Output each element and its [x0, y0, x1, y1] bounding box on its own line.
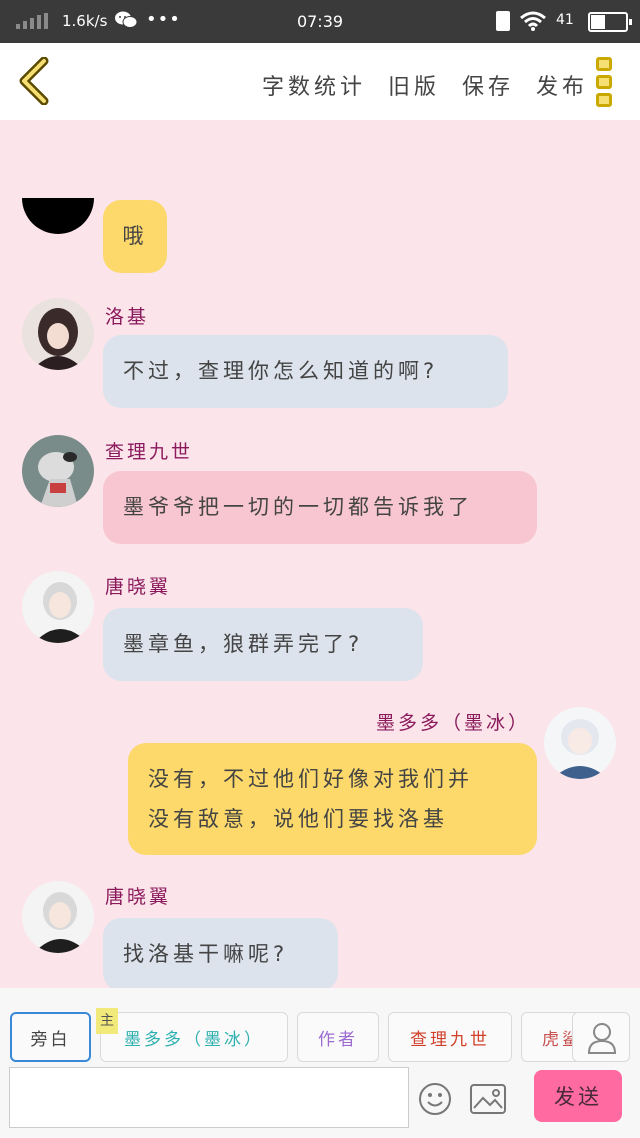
sender-name: 洛基 [105, 306, 150, 328]
word-count-button[interactable]: 字数统计 [262, 69, 366, 101]
message-bubble[interactable]: 墨章鱼，狼群弄完了? [103, 608, 423, 681]
save-button[interactable]: 保存 [462, 69, 514, 101]
image-icon[interactable] [470, 1084, 506, 1114]
message-text: 墨章鱼，狼群弄完了? [123, 632, 364, 656]
role-narrator[interactable]: 旁白 [10, 1012, 91, 1062]
message-bubble[interactable]: 没有，不过他们好像对我们并 没有敌意，说他们要找洛基 [128, 743, 537, 855]
send-label: 发送 [554, 1085, 602, 1109]
message-bubble[interactable]: 墨爷爷把一切的一切都告诉我了 [103, 471, 537, 544]
avatar[interactable] [22, 435, 94, 507]
composer-panel: 旁白 墨多多（墨冰） 主 作者 查理九世 虎鲨 发送 [0, 988, 640, 1138]
role-label: 作者 [318, 1029, 358, 1050]
old-version-button[interactable]: 旧版 [388, 69, 440, 101]
header-actions: 字数统计 旧版 保存 发布 [262, 69, 588, 101]
battery-icon [588, 12, 632, 32]
emoji-icon[interactable] [418, 1082, 452, 1116]
message-text: 找洛基干嘛呢? [123, 942, 289, 966]
back-arrow-icon[interactable] [14, 57, 54, 105]
more-menu-icon[interactable] [596, 57, 614, 107]
role-label: 墨多多（墨冰） [124, 1029, 264, 1050]
message-bubble[interactable]: 找洛基干嘛呢? [103, 918, 338, 988]
sender-name: 唐晓翼 [105, 886, 172, 908]
sender-name: 唐晓翼 [105, 576, 172, 598]
message-text: 哦 [122, 224, 148, 248]
chat-area[interactable]: ʒ 哦 洛基 不过，查理你怎么知道的啊? 查理九世 墨爷爷把一切的一切都告诉我了… [0, 120, 640, 988]
message-bubble[interactable]: 哦 [103, 200, 167, 273]
message-input[interactable] [9, 1067, 409, 1128]
avatar[interactable] [22, 881, 94, 953]
battery-percent: 41 [556, 12, 574, 28]
role-moduoduo[interactable]: 墨多多（墨冰） [100, 1012, 288, 1062]
sender-name: 查理九世 [105, 441, 194, 463]
sender-name: 墨多多（墨冰） [376, 712, 531, 734]
message-bubble[interactable]: 不过，查理你怎么知道的啊? [103, 335, 508, 408]
role-author[interactable]: 作者 [297, 1012, 379, 1062]
wifi-icon [520, 11, 546, 31]
app-header: 字数统计 旧版 保存 发布 [0, 43, 640, 120]
add-role-button[interactable] [572, 1012, 630, 1062]
message-text: 墨爷爷把一切的一切都告诉我了 [123, 495, 473, 519]
host-tag: 主 [96, 1008, 118, 1034]
role-charlie[interactable]: 查理九世 [388, 1012, 512, 1062]
publish-button[interactable]: 发布 [536, 69, 588, 101]
charging-icon [496, 11, 510, 31]
role-label: 查理九世 [410, 1029, 490, 1050]
message-text-line: 没有，不过他们好像对我们并 [148, 767, 473, 791]
avatar[interactable] [22, 298, 94, 370]
avatar[interactable] [22, 571, 94, 643]
message-text: 不过，查理你怎么知道的啊? [123, 359, 439, 383]
avatar[interactable] [544, 707, 616, 779]
user-icon [587, 1023, 617, 1054]
role-label: 旁白 [30, 1029, 71, 1050]
status-bar: 1.6k/s ••• 07:39 41 [0, 0, 640, 43]
send-button[interactable]: 发送 [534, 1070, 622, 1122]
message-text-line: 没有敌意，说他们要找洛基 [148, 807, 448, 831]
